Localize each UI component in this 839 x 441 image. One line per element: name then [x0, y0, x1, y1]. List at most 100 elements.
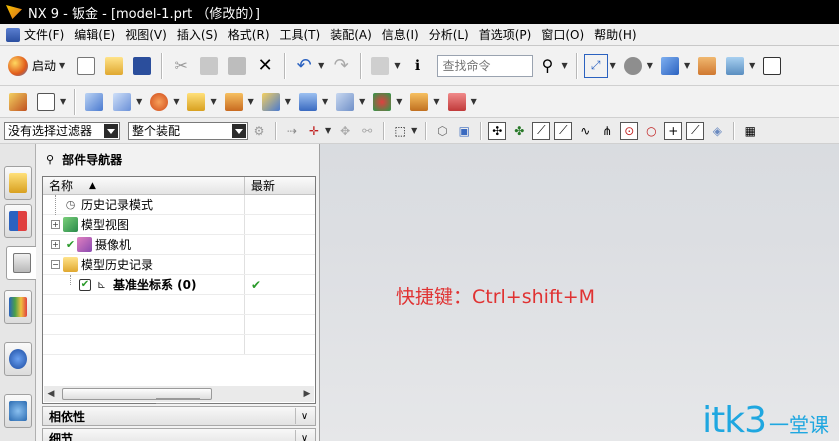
document-menu-icon[interactable] [6, 27, 20, 42]
checkbox-icon[interactable]: ✔ [79, 278, 91, 291]
chevron-down-icon[interactable]: ∨ [295, 430, 313, 441]
chevron-down-icon[interactable]: ▼ [60, 97, 66, 106]
full-screen-button[interactable] [760, 54, 784, 78]
intersection-icon[interactable]: ⋔ [598, 122, 616, 140]
corner-button[interactable] [222, 90, 246, 114]
select-face-icon[interactable]: ▣ [455, 122, 473, 140]
save-button[interactable] [130, 54, 154, 78]
menu-tools[interactable]: 工具(T) [280, 26, 331, 43]
base-tab-button[interactable] [34, 90, 58, 114]
end-point-icon[interactable]: ⟋ [532, 121, 551, 140]
snap-enable-icon[interactable]: ✣ [488, 121, 507, 140]
snap-arrow-icon[interactable]: ⇢ [283, 122, 301, 140]
menu-help[interactable]: 帮助(H) [594, 26, 646, 43]
contour-flange-button[interactable] [110, 90, 134, 114]
point-on-curve-icon[interactable]: ⟋ [686, 121, 705, 140]
assembly-navigator-tab[interactable] [4, 166, 32, 200]
bend-button[interactable] [147, 90, 171, 114]
render-style-button[interactable] [621, 54, 645, 78]
flat-solid-button[interactable] [333, 90, 357, 114]
chevron-down-icon[interactable]: ▼ [173, 97, 179, 106]
document-options-button[interactable] [368, 54, 392, 78]
mid-point-icon[interactable]: ⟋ [554, 121, 573, 140]
menu-view[interactable]: 视图(V) [125, 26, 177, 43]
open-file-button[interactable] [102, 54, 126, 78]
chevron-down-icon[interactable]: ▼ [561, 61, 567, 70]
undo-button[interactable]: ↶ [292, 54, 316, 78]
fit-view-button[interactable]: ⤢ [583, 53, 608, 78]
chevron-down-icon[interactable]: ▼ [136, 97, 142, 106]
menu-analysis[interactable]: 分析(L) [429, 26, 479, 43]
menu-assemblies[interactable]: 装配(A) [330, 26, 382, 43]
start-button[interactable]: 启动 ▼ [4, 53, 72, 79]
rectangle-select-icon[interactable]: ⬚ [391, 122, 409, 140]
link-icon[interactable]: ⚯ [358, 122, 376, 140]
chevron-down-icon[interactable]: ▼ [684, 61, 690, 70]
convert-button[interactable] [370, 90, 394, 114]
menu-window[interactable]: 窗口(O) [541, 26, 594, 43]
arc-center-icon[interactable]: ⊙ [620, 121, 639, 140]
chevron-down-icon[interactable]: ▼ [749, 61, 755, 70]
menu-format[interactable]: 格式(R) [228, 26, 280, 43]
copy-button[interactable] [197, 54, 221, 78]
tree-row[interactable]: ◷ 历史记录模式 [43, 195, 315, 215]
orient-view-button[interactable] [658, 54, 682, 78]
chevron-down-icon[interactable]: ▼ [394, 61, 400, 70]
tree-row[interactable]: + ✔ 摄像机 [43, 235, 315, 255]
paste-button[interactable] [225, 54, 249, 78]
chevron-down-icon[interactable] [104, 123, 118, 138]
chevron-down-icon[interactable]: ▼ [210, 97, 216, 106]
menu-insert[interactable]: 插入(S) [177, 26, 228, 43]
layer-button[interactable] [695, 54, 719, 78]
pin-icon[interactable]: ⚲ [46, 153, 54, 166]
search-button[interactable]: ⚲ [535, 54, 559, 78]
flange-button[interactable] [82, 90, 106, 114]
web-browser-tab[interactable] [4, 394, 32, 428]
menu-preferences[interactable]: 首选项(P) [479, 26, 542, 43]
type-filter-select[interactable]: 没有选择过滤器 [4, 121, 120, 140]
chevron-down-icon[interactable]: ▼ [59, 61, 65, 70]
chevron-down-icon[interactable]: ▼ [396, 97, 402, 106]
collapse-icon[interactable]: − [51, 260, 60, 269]
column-header-latest[interactable]: 最新 [245, 177, 275, 194]
chevron-down-icon[interactable]: ▼ [325, 126, 331, 135]
quadrant-icon[interactable]: ○ [642, 122, 660, 140]
curve-point-icon[interactable]: ∿ [576, 122, 594, 140]
snap-settings-icon[interactable]: ✤ [510, 122, 528, 140]
menu-information[interactable]: 信息(I) [382, 26, 429, 43]
reuse-library-tab[interactable] [4, 290, 32, 324]
chevron-down-icon[interactable]: ▼ [610, 61, 616, 70]
panel-splitter[interactable] [156, 398, 200, 404]
cut-button[interactable]: ✂ [169, 54, 193, 78]
chevron-down-icon[interactable]: ▼ [248, 97, 254, 106]
cut-feature-button[interactable] [259, 90, 283, 114]
dependencies-panel[interactable]: 相依性 ∨ [42, 406, 316, 426]
sketch-button[interactable] [6, 90, 30, 114]
details-panel[interactable]: 细节 ∨ [42, 428, 316, 441]
chevron-down-icon[interactable]: ▼ [359, 97, 365, 106]
menu-edit[interactable]: 编辑(E) [74, 26, 125, 43]
tree-row[interactable]: − 模型历史记录 [43, 255, 315, 275]
expand-icon[interactable]: + [51, 220, 60, 229]
chevron-down-icon[interactable]: ∨ [295, 408, 313, 424]
chevron-down-icon[interactable]: ▼ [411, 126, 417, 135]
point-on-face-icon[interactable]: ◈ [708, 122, 726, 140]
redo-button[interactable]: ↷ [329, 54, 353, 78]
expand-icon[interactable]: + [51, 240, 60, 249]
chevron-down-icon[interactable]: ▼ [647, 61, 653, 70]
constraint-navigator-tab[interactable] [4, 204, 32, 238]
chevron-down-icon[interactable]: ▼ [285, 97, 291, 106]
grid-icon[interactable]: ▦ [741, 122, 759, 140]
unbend-button[interactable] [296, 90, 320, 114]
bead-button[interactable] [445, 90, 469, 114]
scroll-right-icon[interactable]: ▶ [300, 387, 314, 401]
tree-row[interactable]: ✔ ⊾ 基准坐标系 (0) ✔ [43, 275, 315, 295]
part-navigator-tab[interactable] [6, 246, 36, 280]
punch-button[interactable] [184, 90, 208, 114]
menu-file[interactable]: 文件(F) [24, 26, 74, 43]
selection-scope-select[interactable]: 整个装配 [128, 121, 248, 140]
existing-point-icon[interactable]: + [664, 121, 683, 140]
move-icon[interactable]: ✥ [336, 122, 354, 140]
delete-button[interactable]: ✕ [253, 54, 277, 78]
chevron-down-icon[interactable] [232, 123, 246, 138]
